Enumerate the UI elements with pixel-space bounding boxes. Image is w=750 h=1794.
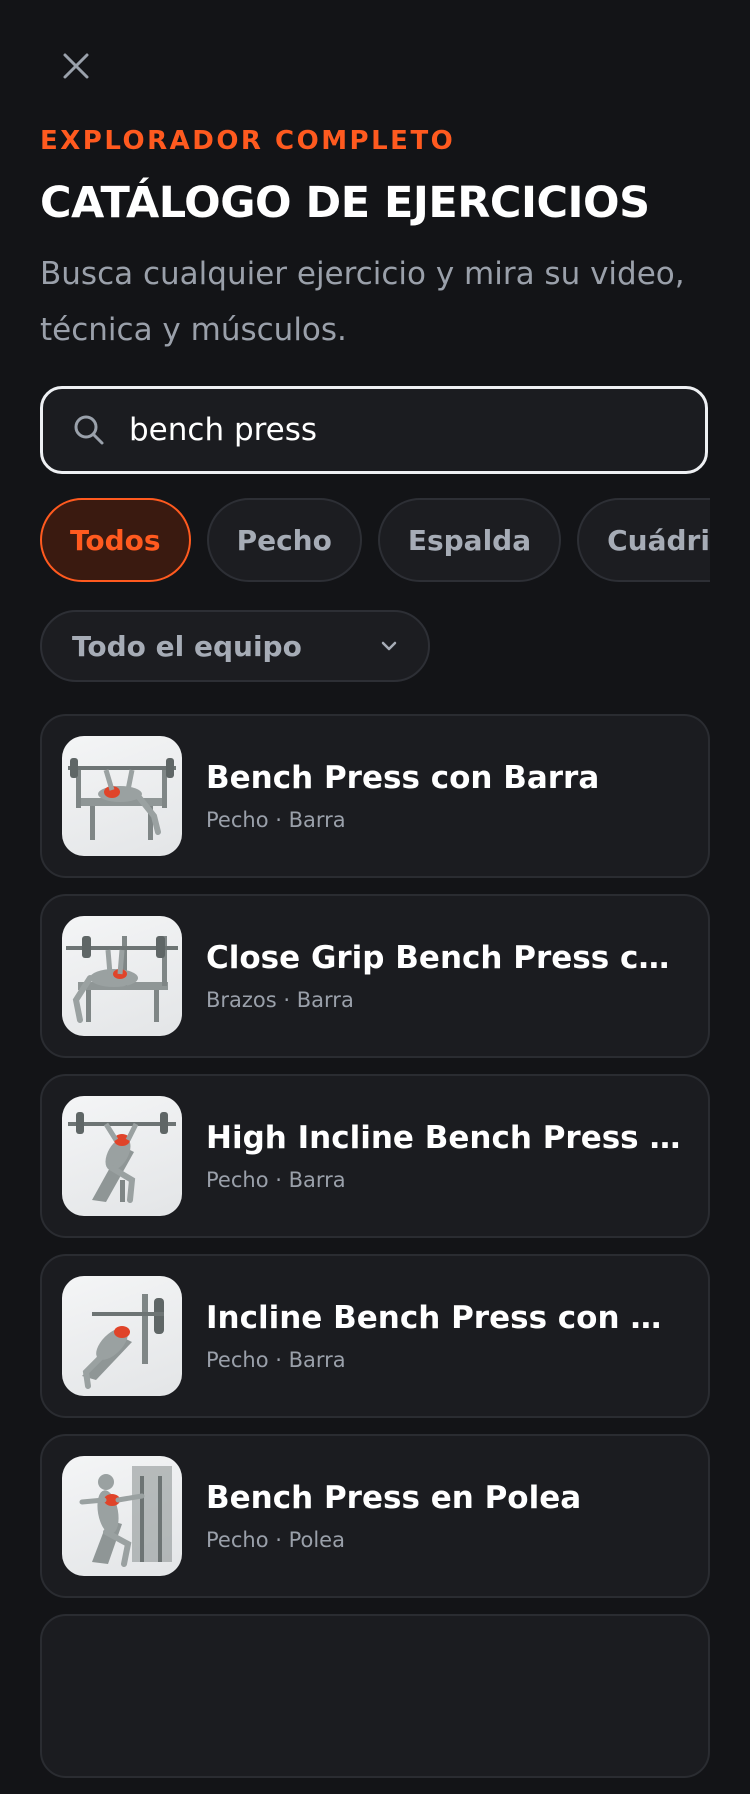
exercise-title: High Incline Bench Press con Barra — [206, 1120, 682, 1156]
exercise-muscle: Pecho — [206, 1528, 269, 1552]
chip-espalda[interactable]: Espalda — [377, 498, 562, 582]
exercise-card-partial[interactable] — [40, 1614, 710, 1778]
exercise-card[interactable]: Close Grip Bench Press con Barra Brazos … — [40, 894, 710, 1058]
meta-separator: · — [268, 1348, 289, 1372]
chevron-down-icon — [381, 641, 397, 651]
close-icon — [63, 53, 89, 79]
exercise-muscle: Pecho — [206, 1348, 269, 1372]
exercise-results-list: Bench Press con Barra Pecho · Barra Clos… — [40, 714, 710, 1794]
exercise-thumbnail — [62, 1456, 182, 1576]
exercise-meta: Brazos · Barra — [206, 988, 682, 1012]
meta-separator: · — [268, 1168, 289, 1192]
page-title: CATÁLOGO DE EJERCICIOS — [40, 178, 650, 228]
exercise-meta: Pecho · Barra — [206, 808, 682, 832]
chip-pecho[interactable]: Pecho — [206, 498, 362, 582]
chip-cuadriceps[interactable]: Cuádriceps — [577, 498, 710, 582]
search-input[interactable] — [127, 411, 705, 449]
exercise-title: Bench Press en Polea — [206, 1480, 582, 1516]
exercise-thumbnail — [62, 1276, 182, 1396]
exercise-equipment: Barra — [288, 808, 346, 832]
exercise-card[interactable]: Bench Press con Barra Pecho · Barra — [40, 714, 710, 878]
exercise-thumbnail — [62, 1096, 182, 1216]
exercise-title: Incline Bench Press con Barra — [206, 1300, 682, 1336]
exercise-card[interactable]: High Incline Bench Press con Barra Pecho… — [40, 1074, 710, 1238]
exercise-muscle: Brazos — [206, 988, 277, 1012]
search-icon — [74, 415, 104, 445]
exercise-title: Close Grip Bench Press con Barra — [206, 940, 682, 976]
meta-separator: · — [276, 988, 297, 1012]
exercise-equipment: Barra — [296, 988, 354, 1012]
close-button[interactable] — [56, 46, 96, 86]
meta-separator: · — [268, 808, 289, 832]
chip-todos[interactable]: Todos — [40, 498, 191, 582]
category-filter-chips: Todos Pecho Espalda Cuádriceps — [40, 498, 710, 582]
exercise-thumbnail — [62, 916, 182, 1036]
exercise-meta: Pecho · Barra — [206, 1168, 682, 1192]
exercise-equipment: Barra — [288, 1348, 346, 1372]
exercise-meta: Pecho · Barra — [206, 1348, 682, 1372]
exercise-muscle: Pecho — [206, 808, 269, 832]
exercise-equipment: Polea — [288, 1528, 345, 1552]
exercise-muscle: Pecho — [206, 1168, 269, 1192]
exercise-meta: Pecho · Polea — [206, 1528, 682, 1552]
exercise-thumbnail — [62, 736, 182, 856]
search-box[interactable] — [40, 386, 708, 474]
exercise-card[interactable]: Incline Bench Press con Barra Pecho · Ba… — [40, 1254, 710, 1418]
equipment-select-value: Todo el equipo — [72, 629, 302, 663]
equipment-select[interactable]: Todo el equipo — [40, 610, 430, 682]
exercise-card[interactable]: Bench Press en Polea Pecho · Polea — [40, 1434, 710, 1598]
exercise-title: Bench Press con Barra — [206, 760, 600, 796]
meta-separator: · — [268, 1528, 289, 1552]
section-eyebrow: EXPLORADOR COMPLETO — [40, 126, 456, 156]
exercise-equipment: Barra — [288, 1168, 346, 1192]
page-subtitle: Busca cualquier ejercicio y mira su vide… — [40, 256, 685, 348]
